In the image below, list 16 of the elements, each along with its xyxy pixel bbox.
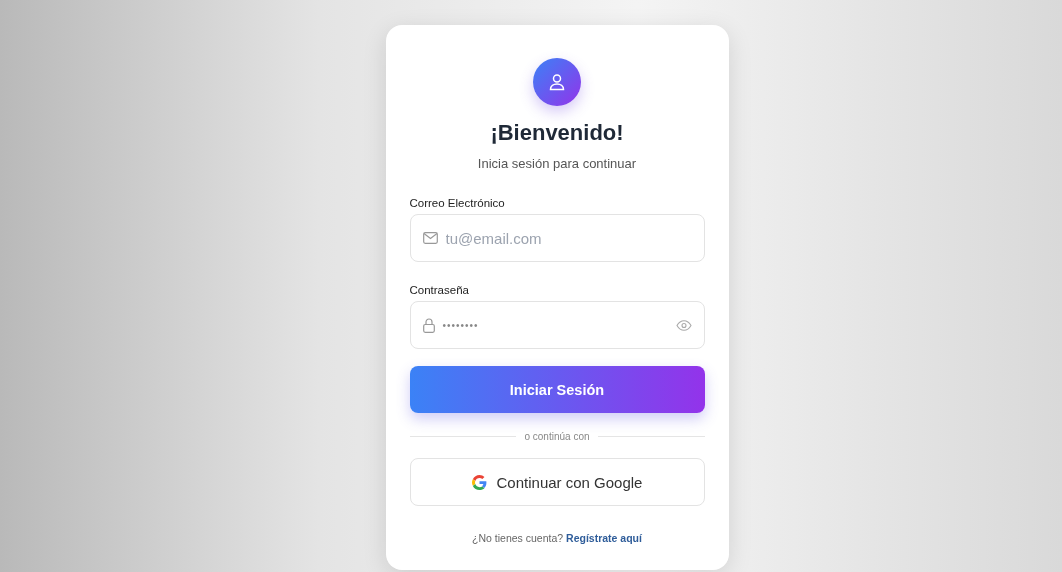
welcome-title: ¡Bienvenido!	[489, 120, 625, 146]
eye-icon[interactable]	[675, 319, 692, 331]
lock-icon	[422, 317, 435, 333]
user-icon	[547, 72, 567, 92]
signup-link[interactable]: Regístrate aquí	[566, 532, 642, 544]
email-field[interactable]: tu@email.com	[409, 214, 705, 262]
login-button[interactable]: Iniciar Sesión	[409, 366, 705, 413]
signup-prompt: ¿No tienes cuenta?	[472, 532, 564, 544]
field-label: Contraseña	[409, 284, 470, 296]
google-icon	[471, 474, 487, 490]
field-label: Correo Electrónico	[409, 197, 506, 209]
google-button[interactable]: Continuar con Google	[409, 458, 705, 506]
subtitle: Inicia sesión para continuar	[476, 156, 638, 171]
password-field[interactable]: ••••••••	[409, 301, 705, 349]
divider-text: o continúa con	[524, 431, 590, 442]
mail-icon	[422, 232, 438, 244]
